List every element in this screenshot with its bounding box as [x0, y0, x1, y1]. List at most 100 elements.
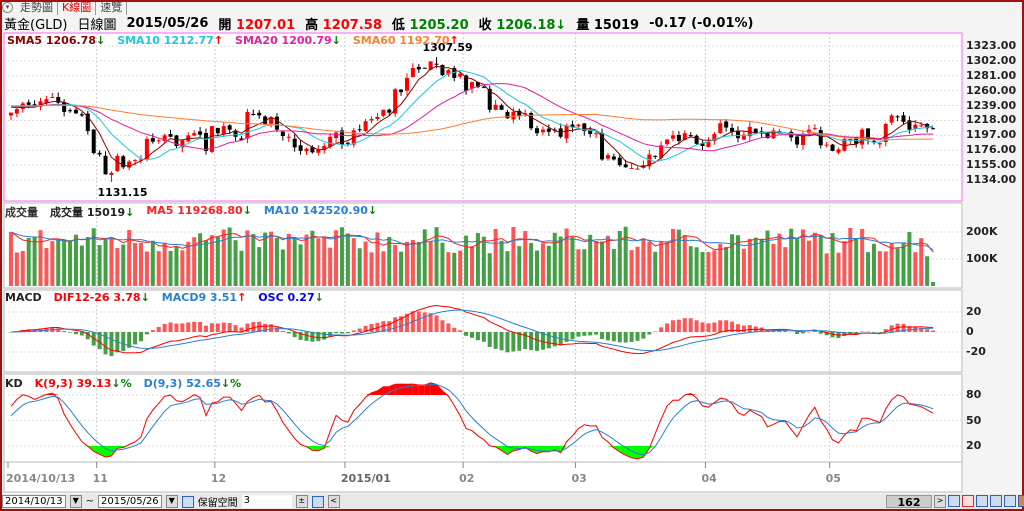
scroll-right-button[interactable]: >	[934, 495, 946, 508]
osc-bar	[588, 332, 593, 336]
osc-bar	[144, 332, 149, 335]
x-tick-label: 03	[571, 472, 587, 485]
y-tick-label: 20	[966, 305, 982, 318]
zoom-out-icon[interactable]	[990, 495, 1002, 507]
volume-bar	[931, 281, 936, 286]
volume-bar	[700, 251, 705, 286]
settings-icon[interactable]	[311, 495, 324, 508]
volume-bar	[718, 243, 723, 286]
legend-text: K(9,3) 39.13	[34, 377, 112, 390]
volume-bar	[310, 230, 315, 286]
reserve-input[interactable]: 3	[241, 495, 292, 508]
osc-bar	[387, 321, 392, 332]
volume-bar	[20, 250, 25, 286]
legend-text: MA5 119268.80	[146, 204, 243, 217]
down-arrow-icon: ↓	[125, 206, 135, 219]
candle-up	[493, 104, 498, 110]
y-tick-label: 1155.00	[966, 158, 1017, 172]
volume-bar	[871, 243, 876, 286]
osc-bar	[138, 332, 143, 342]
volume-legend: 成交量 成交量 15019↓ MA5 119268.80↓ MA10 142520.9…	[5, 204, 377, 220]
candle-down	[623, 164, 628, 168]
y-tick-label: 1176.00	[966, 143, 1017, 157]
legend-item: 成交量	[5, 204, 38, 220]
start-date-dropdown[interactable]: ▼	[69, 495, 82, 508]
osc-bar	[162, 323, 167, 332]
volume-bar	[127, 229, 132, 286]
candle-down	[617, 157, 622, 166]
osc-bar	[594, 332, 599, 335]
volume-bar	[375, 232, 380, 286]
legend-text: MACD9 3.51	[161, 291, 238, 304]
start-date-input[interactable]: 2014/10/13	[2, 495, 66, 508]
candle-down	[931, 128, 936, 130]
x-tick-label: 12	[210, 472, 227, 485]
apply-icon[interactable]	[181, 495, 194, 508]
volume-bar	[493, 228, 498, 286]
legend-item: SMA20 1200.79↓	[235, 34, 341, 47]
legend-text: SMA10 1212.77	[117, 34, 214, 47]
volume-bar	[227, 227, 232, 286]
volume-bar	[487, 253, 492, 286]
volume-bar	[32, 236, 37, 286]
volume-bar	[79, 245, 84, 286]
bottom-toolbar: 2014/10/13 ▼ ~ 2015/05/26 ▼ 保留空間 3 ± <	[2, 494, 1022, 509]
clock-icon[interactable]	[962, 495, 974, 507]
candle-up	[192, 133, 197, 136]
osc-bar	[174, 323, 179, 332]
volume-bar	[806, 240, 811, 286]
osc-bar	[647, 332, 652, 335]
end-date-input[interactable]: 2015/05/26	[98, 495, 162, 508]
osc-bar	[73, 332, 78, 335]
volume-bar	[842, 241, 847, 286]
volume-bar	[363, 241, 368, 286]
candle-down	[795, 136, 800, 145]
volume-bar	[245, 230, 250, 286]
end-date-dropdown[interactable]: ▼	[165, 495, 178, 508]
undo-icon[interactable]	[1004, 495, 1016, 507]
legend-text: DIF12-26 3.78	[53, 291, 141, 304]
candle-up	[594, 133, 599, 135]
osc-bar	[818, 332, 823, 334]
y-tick-label: 100K	[966, 252, 998, 265]
volume-bar	[665, 242, 670, 286]
volume-bar	[925, 256, 930, 286]
x-tick-label: 11	[92, 472, 108, 485]
volume-bar	[440, 242, 445, 286]
volume-bar	[156, 251, 161, 286]
zoom-in-icon[interactable]	[976, 495, 988, 507]
candle-up	[564, 125, 569, 139]
indicator-icon[interactable]	[1018, 495, 1024, 507]
legend-text: 成交量 15019	[50, 206, 126, 219]
legend-item: SMA5 1206.78↓	[7, 34, 105, 47]
volume-bar	[133, 243, 138, 286]
candle-up	[913, 124, 918, 129]
osc-bar	[292, 332, 297, 338]
y-tick-label: 1239.00	[966, 98, 1017, 112]
osc-bar	[198, 321, 203, 332]
scroll-left-button[interactable]: <	[327, 495, 340, 508]
osc-bar	[209, 323, 214, 332]
osc-bar	[233, 325, 238, 332]
y-tick-label: -20	[966, 345, 986, 358]
candle-up	[286, 136, 291, 138]
osc-bar	[493, 332, 498, 349]
legend-item: SMA10 1212.77↑	[117, 34, 223, 47]
y-tick-label: 200K	[966, 225, 998, 238]
osc-bar	[221, 322, 226, 332]
kline-chart[interactable]: 1307.591131.15	[0, 0, 1024, 511]
osc-bar	[789, 331, 794, 333]
volume-bar	[771, 243, 776, 286]
reserve-stepper[interactable]: ±	[295, 495, 308, 508]
osc-bar	[511, 332, 516, 352]
osc-bar	[600, 332, 605, 340]
cursor-icon[interactable]	[948, 495, 960, 507]
candle-up	[605, 155, 610, 159]
volume-bar	[635, 246, 640, 286]
volume-bar	[233, 240, 238, 286]
volume-bar	[150, 240, 155, 286]
bar-count: 162	[886, 495, 932, 509]
volume-bar	[62, 239, 67, 286]
volume-bar	[322, 236, 327, 286]
osc-bar	[393, 317, 398, 332]
